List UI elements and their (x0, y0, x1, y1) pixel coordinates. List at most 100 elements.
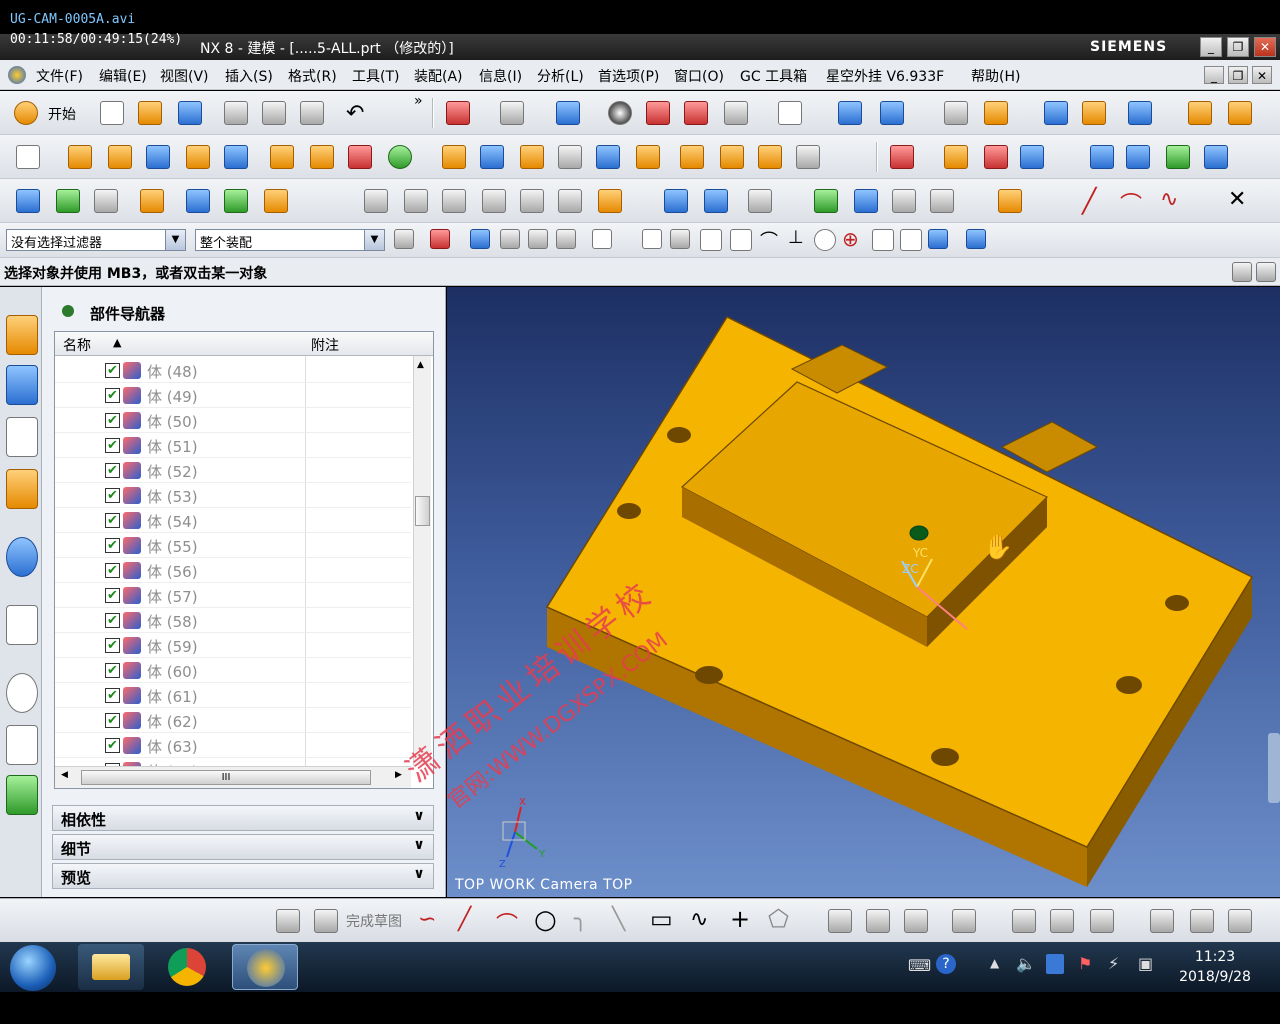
trim-body-icon[interactable] (636, 145, 660, 169)
chrome-taskbar-icon[interactable] (154, 944, 220, 990)
menu-format[interactable]: 格式(R) (288, 66, 337, 86)
finish-sketch-button[interactable]: 完成草图 (346, 911, 402, 931)
g1-icon[interactable] (482, 189, 506, 213)
scroll-thumb[interactable] (415, 496, 430, 526)
part-icon[interactable] (140, 189, 164, 213)
visibility-checkbox[interactable]: ✔ (105, 738, 120, 753)
sketch-line-icon[interactable]: ╱ (458, 907, 482, 932)
snap-point-icon[interactable] (642, 229, 662, 249)
graphics-window[interactable]: YC ZC X Y Z ✋ TOP WORK Camera TOP (447, 287, 1280, 897)
roles-icon[interactable] (6, 775, 38, 815)
g3-icon[interactable] (558, 189, 582, 213)
visibility-checkbox[interactable]: ✔ (105, 413, 120, 428)
revolve-icon[interactable] (108, 145, 132, 169)
table-icon[interactable] (892, 189, 916, 213)
snap-face-icon[interactable] (928, 229, 948, 249)
chamfer-icon[interactable] (480, 145, 504, 169)
menu-file[interactable]: 文件(F) (36, 66, 83, 86)
finish-sketch-icon[interactable] (314, 909, 338, 933)
tree-row[interactable]: ✔ 体 (54) (55, 508, 411, 533)
volume-icon[interactable]: 🔈 (1016, 954, 1036, 973)
mold-model[interactable]: YC ZC X Y Z ✋ (447, 287, 1280, 897)
boss-icon[interactable] (224, 145, 248, 169)
tree-icon[interactable] (854, 189, 878, 213)
check-icon[interactable] (814, 189, 838, 213)
menu-tools[interactable]: 工具(T) (352, 66, 399, 86)
show-hidden-icons-icon[interactable]: ▲ (990, 956, 999, 970)
sketch-spline-icon[interactable]: ∿ (690, 907, 714, 932)
tree-row[interactable]: ✔ 体 (51) (55, 433, 411, 458)
save-icon[interactable] (178, 101, 202, 125)
sync-move-icon[interactable] (890, 145, 914, 169)
menu-gc-toolkit[interactable]: GC 工具箱 (740, 66, 807, 86)
start-button[interactable]: 开始 (48, 104, 76, 124)
menu-view[interactable]: 视图(V) (160, 66, 209, 86)
sketch-arc-icon[interactable]: ⌒ (496, 907, 520, 938)
palette-icon[interactable] (6, 725, 38, 765)
visibility-checkbox[interactable]: ✔ (105, 638, 120, 653)
visibility-checkbox[interactable]: ✔ (105, 713, 120, 728)
tree-row[interactable]: ✔ 体 (57) (55, 583, 411, 608)
patch-icon[interactable] (758, 145, 782, 169)
wire-view-icon[interactable] (684, 101, 708, 125)
menu-edit[interactable]: 编辑(E) (99, 66, 147, 86)
paste-icon[interactable] (300, 101, 324, 125)
chevron-down-icon[interactable]: ▼ (165, 230, 185, 250)
clock-icon[interactable] (6, 673, 38, 713)
new-file-icon[interactable] (100, 101, 124, 125)
windows-start-button[interactable] (10, 945, 56, 991)
auto-constrain-icon[interactable] (1090, 909, 1114, 933)
extrude-icon[interactable] (68, 145, 92, 169)
snap-endpoint-icon[interactable] (700, 229, 722, 251)
tree-row[interactable]: ✔ 体 (50) (55, 408, 411, 433)
menu-help[interactable]: 帮助(H) (971, 66, 1020, 86)
restore-button[interactable]: ❐ (1227, 37, 1249, 57)
select-feature-icon[interactable] (430, 229, 450, 249)
viewport-side-handle[interactable] (1268, 733, 1280, 803)
visibility-checkbox[interactable]: ✔ (105, 388, 120, 403)
tree-vertical-scrollbar[interactable]: ▲ (413, 356, 431, 766)
constraints-icon[interactable] (1050, 909, 1074, 933)
copy-icon[interactable] (262, 101, 286, 125)
draft-face-icon[interactable] (520, 145, 544, 169)
blend-icon[interactable] (442, 145, 466, 169)
move-icon[interactable] (838, 101, 862, 125)
dependencies-panel[interactable]: 相依性 ∨ (52, 805, 434, 831)
studio-surface-icon[interactable] (1204, 145, 1228, 169)
system-clock[interactable]: 11:23 2018/9/28 (1170, 947, 1260, 987)
select-edge-icon[interactable] (528, 229, 548, 249)
filter-reset-icon[interactable] (394, 229, 414, 249)
visibility-checkbox[interactable]: ✔ (105, 438, 120, 453)
rotate-icon[interactable] (880, 101, 904, 125)
tree-row[interactable]: ✔ 体 (53) (55, 483, 411, 508)
chamfer-sketch-icon[interactable]: ╲ (612, 907, 636, 932)
delete-face-icon[interactable] (984, 145, 1008, 169)
visibility-checkbox[interactable]: ✔ (105, 538, 120, 553)
fillet-icon[interactable]: ╮ (574, 907, 598, 932)
thicken-icon[interactable] (796, 145, 820, 169)
surface-icon[interactable] (1090, 145, 1114, 169)
keyboard-icon[interactable]: ⌨ (908, 956, 931, 975)
wcs-icon[interactable] (984, 101, 1008, 125)
tree-row[interactable]: ✔ 体 (60) (55, 658, 411, 683)
mate-icon[interactable] (264, 189, 288, 213)
power-icon[interactable]: ⚡ (1108, 954, 1119, 973)
measure-icon[interactable] (1044, 101, 1068, 125)
workpiece-icon[interactable] (94, 189, 118, 213)
display-icon[interactable]: ▣ (1138, 954, 1153, 973)
animate-dimension-icon[interactable] (1190, 909, 1214, 933)
render-style-icon[interactable] (500, 101, 524, 125)
visibility-checkbox[interactable]: ✔ (105, 563, 120, 578)
select-body-icon[interactable] (500, 229, 520, 249)
constraint-icon[interactable] (224, 189, 248, 213)
menu-assemblies[interactable]: 装配(A) (414, 66, 463, 86)
resize-face-icon[interactable] (1020, 145, 1044, 169)
chevron-down-icon[interactable]: ∨ (409, 808, 429, 824)
hscroll-thumb[interactable]: III (81, 770, 371, 785)
select-all-icon[interactable] (556, 229, 576, 249)
visibility-checkbox[interactable]: ✔ (105, 463, 120, 478)
visibility-checkbox[interactable]: ✔ (105, 488, 120, 503)
explorer-taskbar-icon[interactable] (78, 944, 144, 990)
tree-row[interactable]: ✔ 体 (49) (55, 383, 411, 408)
action-center-icon[interactable]: ⚑ (1078, 954, 1092, 973)
